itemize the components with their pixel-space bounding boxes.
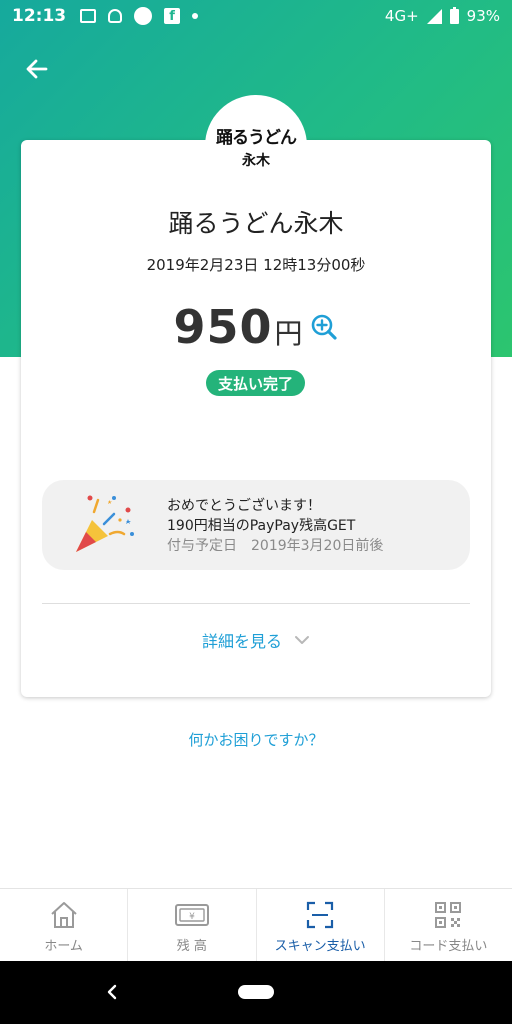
currency-label: 円 — [274, 317, 303, 350]
payment-amount-row: 950 円 — [0, 300, 512, 354]
tab-home[interactable]: ホーム — [0, 889, 129, 961]
lock-notification-icon — [108, 9, 123, 23]
tab-label: ホーム — [44, 939, 83, 954]
store-logo: 踊るうどん 永木 — [205, 95, 307, 197]
image-notification-icon — [80, 9, 97, 23]
chevron-down-icon — [295, 636, 309, 644]
payment-datetime: 2019年2月23日 12時13分00秒 — [146, 256, 366, 274]
status-badge: 支払い完了 — [206, 370, 305, 396]
reward-congrats: おめでとうございます！ — [167, 498, 321, 514]
arrow-left-icon — [26, 59, 48, 79]
network-type: 4G+ — [384, 7, 419, 25]
zoom-in-icon[interactable] — [309, 312, 339, 342]
system-nav-bar — [0, 961, 512, 1024]
tab-balance[interactable]: ¥ 残 高 — [128, 889, 257, 961]
reward-scheduled: 付与予定日 2019年3月20日前後 — [167, 536, 383, 556]
facebook-notification-icon: f — [164, 8, 181, 24]
help-link[interactable]: 何かお困りですか？ — [0, 729, 512, 750]
nav-back-icon[interactable] — [100, 977, 124, 1007]
status-bar: 12:13 f 4G+ 93% — [0, 0, 512, 32]
payment-amount: 950 — [173, 300, 273, 354]
reward-message: おめでとうございます！ 190円相当のPayPay残高GET 付与予定日 2019… — [167, 496, 383, 556]
status-time: 12:13 — [12, 6, 67, 26]
home-icon — [50, 902, 77, 928]
tab-label: スキャン支払い — [274, 939, 366, 954]
battery-level: 93% — [466, 7, 500, 25]
tab-scan-pay[interactable]: スキャン支払い — [257, 889, 385, 961]
wallet-icon: ¥ — [174, 904, 209, 926]
signal-icon — [426, 8, 442, 24]
party-popper-icon — [76, 495, 134, 552]
bottom-tab-bar: ホーム ¥ 残 高 スキャン支払い コード支払い — [0, 888, 512, 961]
tab-label: 残 高 — [176, 939, 207, 954]
app-notification-icon — [134, 7, 153, 25]
store-logo-image: 踊るうどん 永木 — [210, 100, 302, 192]
battery-icon — [449, 6, 459, 24]
back-button[interactable] — [18, 50, 56, 88]
qr-code-icon — [435, 902, 462, 928]
more-notifications-icon — [192, 13, 199, 19]
view-details-link[interactable]: 詳細を見る — [0, 628, 512, 652]
reward-scheduled-date: 2019年3月20日前後 — [251, 538, 384, 554]
nav-home-pill[interactable] — [238, 985, 274, 999]
store-name: 踊るうどん永木 — [168, 209, 344, 238]
reward-scheduled-label: 付与予定日 — [167, 538, 237, 554]
tab-label: コード支払い — [409, 939, 488, 954]
reward-panel: おめでとうございます！ 190円相当のPayPay残高GET 付与予定日 2019… — [42, 480, 470, 570]
reward-amount: 190円相当のPayPay残高GET — [167, 518, 356, 534]
tab-code-pay[interactable]: コード支払い — [385, 889, 512, 961]
view-details-label: 詳細を見る — [201, 632, 282, 651]
divider — [42, 603, 470, 604]
scan-icon — [307, 901, 334, 929]
svg-text:¥: ¥ — [189, 912, 195, 922]
